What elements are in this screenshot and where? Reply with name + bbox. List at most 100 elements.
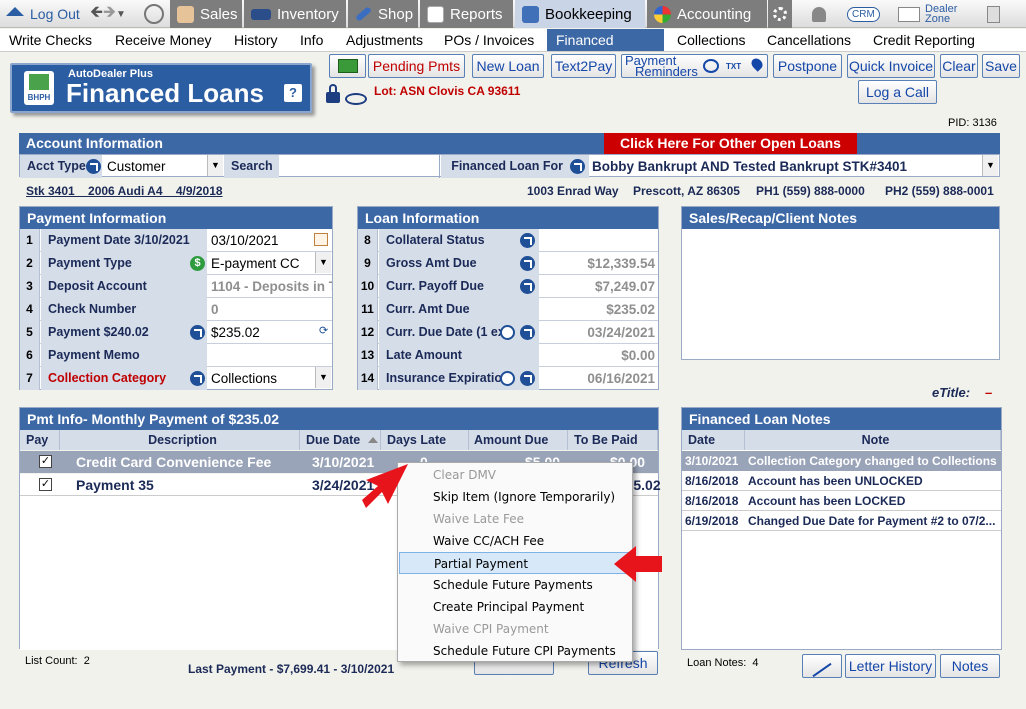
postpone-button[interactable]: Postpone [773,54,842,78]
menu-item-skip-item[interactable]: Skip Item (Ignore Temporarily) [399,486,631,508]
nav-shop[interactable]: Shop [348,0,418,28]
loan-row-8: 8 Collateral Status [358,229,658,252]
pmt-table-header: Pay Description Due Date Days Late Amoun… [20,430,658,450]
payment-amount-input[interactable]: $235.02 [208,321,332,344]
forward-arrow-icon[interactable]: 🡺 [103,1,116,28]
printer-icon[interactable] [500,325,515,340]
menu-cancellations[interactable]: Cancellations [758,29,860,51]
salesperson-icon [177,5,194,23]
car-icon [251,8,271,20]
collection-category-select[interactable]: Collections [208,367,332,390]
loan-notes-count: Loan Notes: 4 [687,657,759,669]
quick-invoice-button[interactable]: Quick Invoice [847,54,935,78]
lookup-icon[interactable] [190,325,205,340]
sales-notes-panel: Sales/Recap/Client Notes [681,206,1000,360]
profile-icon[interactable] [140,0,168,28]
menu-item-partial-payment[interactable]: Partial Payment [399,552,631,574]
menu-item-schedule-future-payments[interactable]: Schedule Future Payments [399,574,631,596]
help-icon[interactable]: ? [284,84,302,102]
menu-info[interactable]: Info [291,29,332,51]
menu-item-waive-cc-ach-fee[interactable]: Waive CC/ACH Fee [399,530,631,552]
nav-reports[interactable]: Reports [420,0,513,28]
chevron-down-icon[interactable]: ▼ [982,155,998,176]
signature-button[interactable] [802,654,842,678]
logout-button[interactable]: Log Out [2,0,86,28]
context-menu: Clear DMV Skip Item (Ignore Temporarily)… [397,462,633,662]
new-loan-button[interactable]: New Loan [472,54,544,78]
letter-history-button[interactable]: Letter History [845,654,936,678]
account-row: Acct Type Customer ▼ Search Financed Loa… [19,154,1000,178]
logout-label: Log Out [30,6,80,22]
payment-reminders-button[interactable]: Payment Reminders TXT [621,54,768,78]
printer-icon[interactable] [500,371,515,386]
search-input[interactable] [280,155,440,178]
menu-financed-loans[interactable]: Financed Loans [547,29,664,70]
back-arrow-icon[interactable]: 🡸 [90,1,103,28]
lookup-icon[interactable] [520,325,535,340]
bell-icon[interactable] [808,0,830,28]
calendar-icon[interactable] [314,233,328,246]
crm-button[interactable]: CRM [844,0,882,28]
menu-history[interactable]: History [225,29,287,51]
chevron-down-icon[interactable]: ▼ [116,9,126,20]
refresh-icon[interactable]: ⟳ [319,324,328,337]
table-row[interactable]: 6/19/2018 Changed Due Date for Payment #… [682,511,1001,531]
save-button[interactable]: Save [982,54,1020,78]
chevron-down-icon[interactable]: ▼ [315,367,331,388]
sales-notes-textarea[interactable] [682,229,999,359]
payment-memo-input[interactable] [208,344,332,367]
menu-collections[interactable]: Collections [668,29,754,51]
lookup-icon[interactable] [520,371,535,386]
calculator-icon[interactable] [984,0,1004,28]
acct-type-select[interactable]: Customer [104,155,224,178]
menu-write-checks[interactable]: Write Checks [0,29,101,51]
clear-button[interactable]: Clear [940,54,978,78]
pay-checkbox[interactable]: ✓ [39,478,52,491]
notes-button[interactable]: Notes [940,654,1000,678]
eye-icon[interactable] [345,93,367,105]
chevron-down-icon[interactable]: ▼ [207,155,223,176]
table-row[interactable]: 8/16/2018 Account has been LOCKED [682,491,1001,511]
location-pin-icon [749,56,765,72]
nav-inventory[interactable]: Inventory [244,0,346,28]
log-a-call-button[interactable]: Log a Call [858,80,937,104]
lookup-icon[interactable] [520,233,535,248]
red-arrow-icon [362,464,408,508]
other-open-loans-button[interactable]: Click Here For Other Open Loans [604,133,857,154]
menu-credit-reporting[interactable]: Credit Reporting [864,29,984,51]
lookup-icon[interactable] [520,256,535,271]
pending-payments-button[interactable]: Pending Pmts [368,54,465,78]
nav-bookkeeping[interactable]: Bookkeeping [515,0,645,28]
loan-row-9: 9 Gross Amt Due $12,339.54 [358,252,658,275]
page-title: Financed Loans [66,78,264,108]
payment-type-select[interactable]: E-payment CC [208,252,332,275]
menu-adjustments[interactable]: Adjustments [337,29,432,51]
menu-item-schedule-future-cpi-payments[interactable]: Schedule Future CPI Payments [399,640,631,662]
chevron-down-icon[interactable]: ▼ [315,252,331,273]
menu-receive-money[interactable]: Receive Money [106,29,221,51]
receipt-button[interactable] [329,54,366,78]
lookup-icon[interactable] [86,159,101,174]
lookup-icon[interactable] [190,371,205,386]
payment-info-header: Payment Information [20,207,332,229]
loan-info-panel: Loan Information 8 Collateral Status 9 Gro… [357,206,659,390]
menu-pos-invoices[interactable]: POs / Invoices [435,29,543,51]
financed-for-select[interactable]: Bobby Bankrupt AND Tested Bankrupt STK#3… [589,155,984,178]
lookup-icon[interactable] [570,159,585,174]
dollar-icon[interactable]: $ [190,256,205,271]
txt-icon: TXT [726,62,742,71]
vehicle-link[interactable]: Stk 3401 2006 Audi A4 4/9/2018 [26,184,223,198]
dealer-zone-button[interactable]: Dealer Zone [898,0,968,28]
nav-sales[interactable]: Sales [170,0,242,28]
pay-checkbox[interactable]: ✓ [39,455,52,468]
payment-row-5: 5 Payment $240.02 $235.02 ⟳ [20,321,332,344]
table-row[interactable]: 8/16/2018 Account has been UNLOCKED [682,471,1001,491]
settings-gear-icon[interactable] [768,0,792,28]
lookup-icon[interactable] [520,279,535,294]
back-forward-arrows[interactable]: 🡸 🡺 ▼ [90,0,130,28]
nav-accounting[interactable]: Accounting [647,0,767,28]
table-row[interactable]: 3/10/2021 Collection Category changed to… [682,451,1001,471]
text2pay-button[interactable]: Text2Pay [551,54,616,78]
account-info-header: Account Information [19,133,604,154]
menu-item-create-principal-payment[interactable]: Create Principal Payment [399,596,631,618]
